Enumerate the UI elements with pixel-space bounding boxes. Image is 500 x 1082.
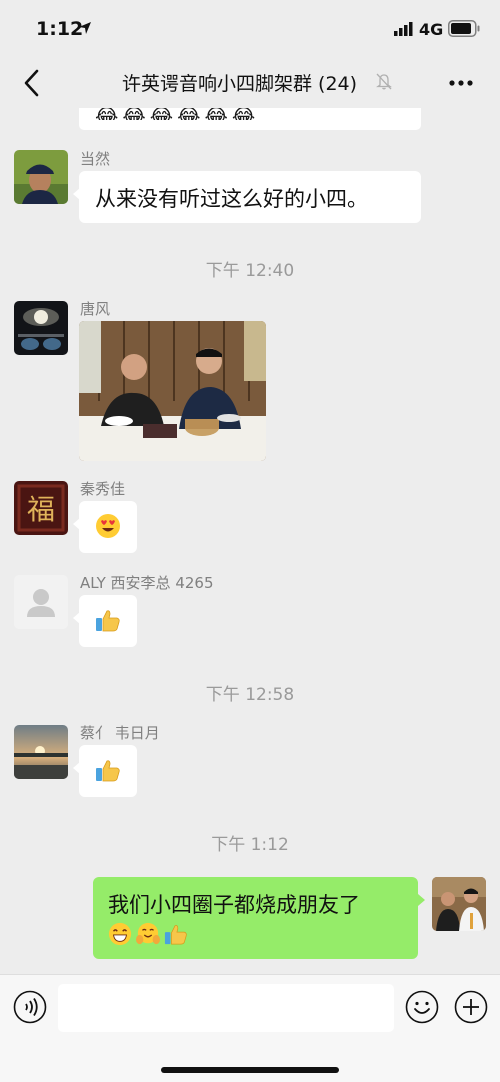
- thumbs-up-emoji-icon: [96, 760, 120, 782]
- message-bubble[interactable]: [73, 595, 137, 647]
- message-bubble[interactable]: 从来没有听过这么好的小四。: [73, 171, 421, 223]
- sender-name: 唐风: [80, 300, 111, 318]
- sender-name: 秦秀佳: [80, 480, 126, 498]
- thumbs-up-emoji-icon: [96, 610, 120, 632]
- time-divider: 下午 12:58: [205, 685, 295, 705]
- status-bar: 1:12 4G: [0, 0, 500, 58]
- voice-button[interactable]: [13, 990, 47, 1024]
- message-input[interactable]: [58, 984, 394, 1032]
- avatar[interactable]: 福: [14, 481, 68, 535]
- emoji-row: 😂😂😂😂😂😂: [95, 108, 260, 120]
- my-avatar[interactable]: [432, 877, 486, 931]
- bell-slash-icon: [376, 73, 392, 90]
- svg-text:福: 福: [27, 493, 55, 526]
- battery-icon: [448, 20, 480, 37]
- avatar[interactable]: [14, 575, 68, 629]
- time-divider: 下午 12:40: [205, 261, 295, 281]
- grinning-emoji-icon: [108, 922, 132, 946]
- photo-message[interactable]: [79, 321, 266, 461]
- partial-message-bubble[interactable]: 😂😂😂😂😂😂: [79, 108, 421, 130]
- time-divider: 下午 1:12: [211, 835, 289, 855]
- location-arrow-icon: [79, 22, 91, 34]
- sender-name: 蔡亻 韦日月: [80, 724, 160, 742]
- my-message-bubble[interactable]: 我们小四圈子都烧成朋友了: [93, 877, 425, 959]
- message-bubble[interactable]: [73, 501, 137, 553]
- emoji-button[interactable]: [405, 990, 439, 1024]
- heart-eyes-emoji-icon: [96, 514, 120, 538]
- sender-name: ALY 西安李总 4265: [80, 574, 214, 592]
- chat-area[interactable]: 😂😂😂😂😂😂 当然 从来没有听过这么好的小四。 下午 12:40 唐风 福 秦秀…: [0, 108, 500, 974]
- avatar[interactable]: [14, 150, 68, 204]
- input-bar: [0, 974, 500, 1082]
- nav-bar: 许英谔音响小四脚架群 (24): [0, 58, 500, 108]
- plus-button[interactable]: [454, 990, 488, 1024]
- sender-name: 当然: [80, 150, 111, 168]
- thumbs-up-emoji-icon: [164, 925, 187, 945]
- back-button[interactable]: [16, 66, 50, 100]
- network-label: 4G: [419, 20, 444, 39]
- chat-title: 许英谔音响小四脚架群 (24): [122, 73, 358, 95]
- home-indicator: [161, 1067, 339, 1073]
- emoji-row: [108, 922, 188, 946]
- hugging-emoji-icon: [136, 922, 160, 945]
- avatar[interactable]: [14, 301, 68, 355]
- signal-icon: [394, 22, 413, 36]
- more-button[interactable]: [446, 68, 476, 98]
- message-text: 从来没有听过这么好的小四。: [95, 187, 368, 211]
- avatar[interactable]: [14, 725, 68, 779]
- message-bubble[interactable]: [73, 745, 137, 797]
- status-time: 1:12: [36, 18, 84, 40]
- message-text: 我们小四圈子都烧成朋友了: [108, 893, 360, 917]
